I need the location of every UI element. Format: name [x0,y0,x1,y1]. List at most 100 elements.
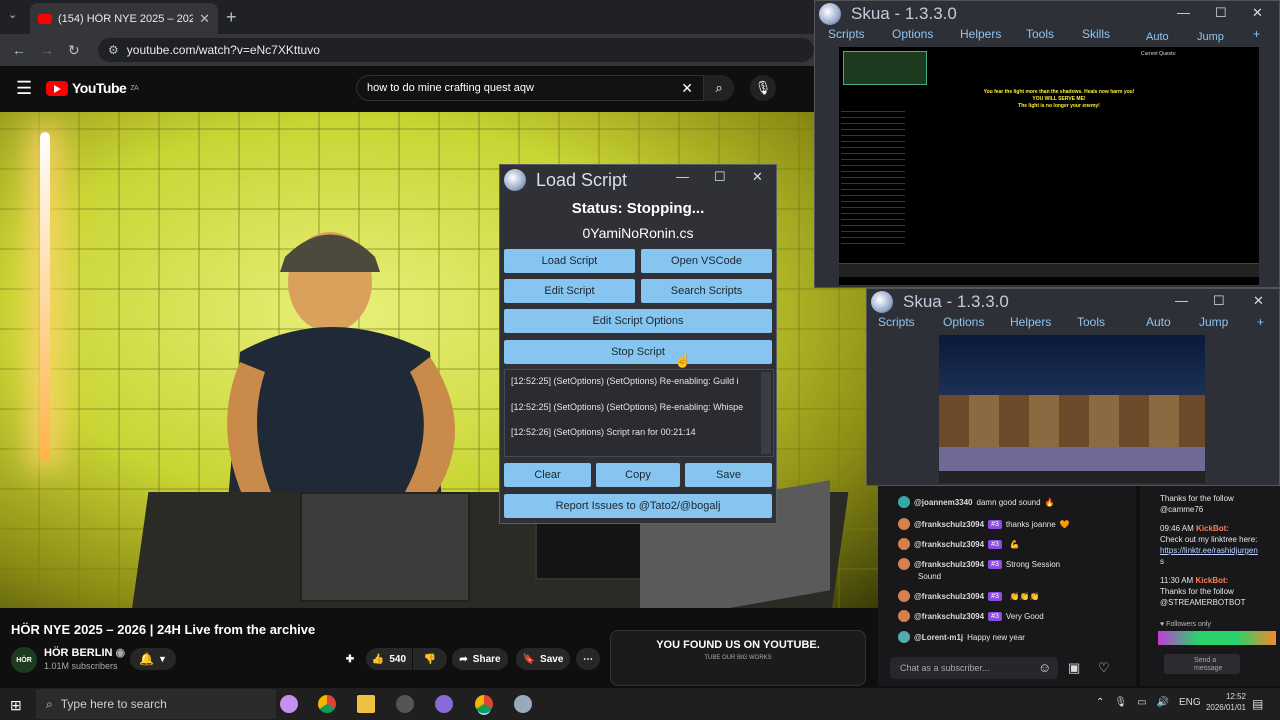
search-button[interactable]: ⌕ [704,75,734,101]
back-icon[interactable]: ← [12,42,26,58]
emote-row[interactable] [1158,631,1276,645]
emoji-icon[interactable]: ☺ [1038,660,1051,675]
report-issues-button[interactable]: Report Issues to @Tato2/@bogalj [504,494,772,518]
mic-tray-icon[interactable]: 🎙 [1114,697,1127,708]
file-explorer-icon[interactable] [357,695,375,713]
skua-taskbar-icon[interactable] [514,695,532,713]
menu-options[interactable]: Options [943,315,984,329]
steam-icon[interactable] [396,695,414,713]
tray-chevron-icon[interactable]: ⌃ [1096,697,1104,708]
game-action-bar[interactable] [839,263,1259,277]
close-icon[interactable]: ✕ [1253,293,1264,309]
chrome-active-icon[interactable] [475,695,493,713]
menu-scripts[interactable]: Scripts [828,27,865,41]
skua-titlebar[interactable]: Skua - 1.3.3.0 — ☐ ✕ [867,289,1279,315]
network-icon[interactable]: ▭ [1137,697,1146,708]
search-scripts-button[interactable]: Search Scripts [641,279,772,303]
menu-auto[interactable]: Auto [1146,315,1171,329]
chat-input[interactable]: Chat as a subscriber... [890,657,1058,679]
load-script-titlebar[interactable]: Load Script — ☐ ✕ [500,165,776,195]
subscription-bell-button[interactable]: 🔔 ▼ [130,648,176,670]
menu-helpers[interactable]: Helpers [960,27,1001,41]
menu-skills[interactable]: Skills [1082,27,1110,41]
minimize-icon[interactable]: — [1177,5,1190,20]
app-icon[interactable] [435,695,453,713]
like-button[interactable]: 👍 540 [366,648,412,670]
edit-script-options-button[interactable]: Edit Script Options [504,309,772,333]
save-log-button[interactable]: Save [685,463,772,487]
menu-add[interactable]: + [1253,27,1260,41]
chrome-icon[interactable] [318,695,336,713]
script-log[interactable]: [12:52:25] (SetOptions) (SetOptions) Re-… [504,369,774,457]
channel-avatar[interactable]: HÖR [11,647,37,673]
close-tab-icon[interactable]: ✕ [199,11,210,27]
menu-add[interactable]: + [1257,315,1264,329]
menu-tools[interactable]: Tools [1026,27,1054,41]
load-script-window[interactable]: Load Script — ☐ ✕ Status: Stopping... 0Y… [499,164,777,524]
tab-list-icon[interactable]: ⌄ [8,8,17,21]
linktree-link[interactable]: https://linktr.ee/rashidjurgen [1160,546,1258,555]
log-scrollbar[interactable] [761,372,771,454]
clear-search-icon[interactable]: ✕ [681,80,693,97]
maximize-icon[interactable]: ☐ [714,169,726,185]
address-bar[interactable]: ⚙ youtube.com/watch?v=eNc7XKttuvo [98,38,814,62]
game-viewport[interactable] [939,335,1205,483]
game-action-bar[interactable] [939,471,1205,483]
minimize-icon[interactable]: — [676,169,689,184]
heart-icon[interactable]: ♡ [1098,660,1110,676]
minimize-icon[interactable]: — [1175,293,1188,308]
menu-tools[interactable]: Tools [1077,315,1105,329]
copilot-icon[interactable] [280,695,298,713]
maximize-icon[interactable]: ☐ [1213,293,1225,309]
save-video-button[interactable]: 🔖 Save [516,648,570,670]
channel-name[interactable]: HÖR BERLIN ◉ [44,646,125,659]
share-button[interactable]: ➦ Share [452,648,508,670]
skua-window-secondary[interactable]: Skua - 1.3.3.0 — ☐ ✕ Scripts Options Hel… [866,288,1280,486]
bot-time: 09:46 AM [1160,524,1194,533]
forward-icon[interactable]: → [40,42,54,58]
bot-message-link[interactable]: https://linktr.ee/rashidjurgen [1160,546,1276,556]
youtube-logo[interactable]: YouTube ZA [46,80,139,96]
edit-script-button[interactable]: Edit Script [504,279,635,303]
maximize-icon[interactable]: ☐ [1215,5,1227,21]
copy-log-button[interactable]: Copy [596,463,680,487]
skua-titlebar[interactable]: Skua - 1.3.3.0 — ☐ ✕ [815,1,1279,27]
close-icon[interactable]: ✕ [752,169,763,185]
volume-icon[interactable]: 🔊 [1157,697,1169,708]
menu-jump[interactable]: Jump [1199,315,1228,329]
open-vscode-button[interactable]: Open VSCode [641,249,772,273]
system-clock[interactable]: 12:52 2026/01/01 [1198,691,1246,713]
bot-message-text: Thanks for the follow [1160,587,1234,596]
game-viewport[interactable]: Current Quests: You fear the light more … [839,47,1259,285]
search-input[interactable]: how to do mine crafting quest aqw ✕ [356,75,704,101]
new-tab-button[interactable]: + [226,7,237,28]
hamburger-menu-icon[interactable]: ☰ [16,78,32,99]
stop-script-button[interactable]: Stop Script [504,340,772,364]
menu-auto[interactable]: Auto [1146,31,1169,43]
dislike-button[interactable]: 👎 [413,648,447,670]
menu-options[interactable]: Options [892,27,933,41]
menu-helpers[interactable]: Helpers [1010,315,1051,329]
site-info-icon[interactable]: ⚙ [108,43,119,57]
more-actions-button[interactable]: ⋯ [576,648,600,670]
voice-search-button[interactable]: 🎙 [750,75,776,101]
windows-start-icon[interactable]: ⊞ [10,697,22,714]
close-icon[interactable]: ✕ [1252,5,1263,21]
chat-user: @frankschulz3094 [914,559,985,569]
chat-text: Strong Session [1005,559,1061,569]
reload-icon[interactable]: ↻ [68,42,80,59]
menu-scripts[interactable]: Scripts [878,315,915,329]
clap-emoji-icon: 👏👏👏 [1009,591,1040,601]
gift-icon[interactable]: ▣ [1068,660,1080,676]
clear-log-button[interactable]: Clear [504,463,591,487]
taskbar-search[interactable]: ⌕ Type here to search [36,689,276,719]
bot-name: KickBot: [1195,576,1229,585]
browser-tab[interactable]: (154) HÖR NYE 2025 – 2026 ✕ [30,3,218,34]
notifications-icon[interactable]: ▤ [1252,697,1263,711]
send-message-input[interactable]: Send a message [1164,654,1240,674]
thanks-button[interactable]: ✚ [340,648,360,670]
promo-card[interactable]: YOU FOUND US ON YOUTUBE. TUBE OUR BIG WO… [610,630,866,686]
menu-jump[interactable]: Jump [1197,31,1224,43]
skua-window-main[interactable]: Skua - 1.3.3.0 — ☐ ✕ Scripts Options Hel… [814,0,1280,288]
load-script-button[interactable]: Load Script [504,249,635,273]
